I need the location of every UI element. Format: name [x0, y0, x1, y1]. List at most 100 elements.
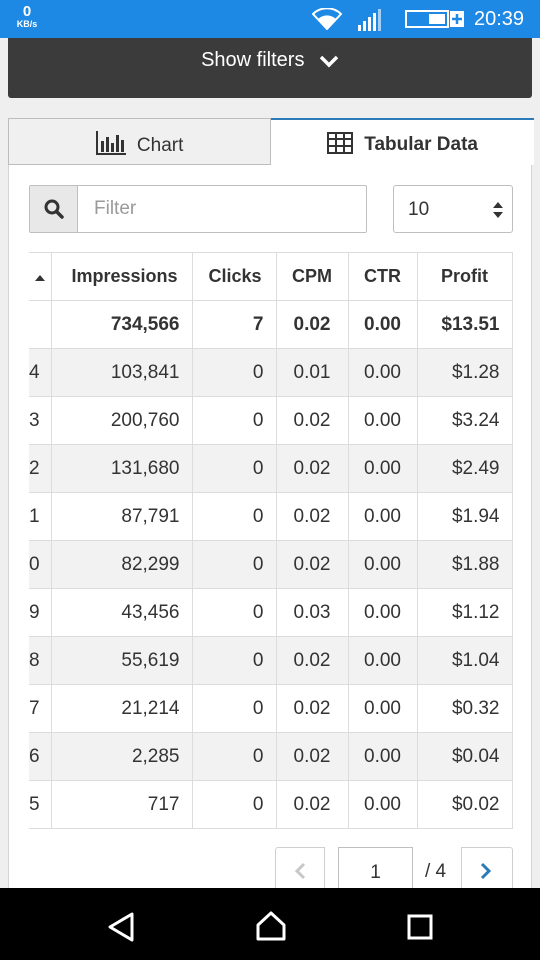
search-box	[29, 185, 367, 233]
updown-arrows-icon	[492, 201, 504, 224]
table-cell: 55,619	[50, 636, 193, 685]
table-cell: 0	[191, 732, 277, 781]
table-cell: 0	[29, 540, 52, 589]
header-impressions[interactable]: Impressions	[50, 252, 193, 301]
table-cell: $1.12	[416, 588, 513, 637]
table-cell: 0.00	[347, 780, 418, 829]
tab-tabular-data[interactable]: Tabular Data	[271, 118, 534, 165]
table-cell: 8	[29, 636, 52, 685]
table-cell: 1	[29, 492, 52, 541]
table-row: 4 103,841 0 0.01 0.00 $1.28	[29, 348, 513, 397]
table-cell: $1.04	[416, 636, 513, 685]
table-cell: 0	[191, 396, 277, 445]
table-cell: 131,680	[50, 444, 193, 493]
table-cell: 0.00	[347, 492, 418, 541]
table-cell: 0.02	[275, 636, 349, 685]
sort-up-icon	[34, 266, 45, 286]
table-cell: $1.88	[416, 540, 513, 589]
table-row: 9 43,456 0 0.03 0.00 $1.12	[29, 588, 513, 637]
table-cell: $3.24	[416, 396, 513, 445]
search-button[interactable]	[30, 186, 78, 232]
total-cell	[29, 300, 52, 349]
data-table: Impressions Clicks CPM CTR Profit 734,56…	[29, 252, 513, 829]
header-clicks[interactable]: Clicks	[191, 252, 277, 301]
table-cell: 0.00	[347, 540, 418, 589]
table-cell: 0.00	[347, 636, 418, 685]
sort-column-header[interactable]	[29, 252, 52, 301]
tab-tabular-data-label: Tabular Data	[364, 134, 478, 155]
tab-chart[interactable]: Chart	[8, 118, 271, 165]
table-cell: $0.32	[416, 684, 513, 733]
table-row: 5 717 0 0.02 0.00 $0.02	[29, 780, 513, 829]
table-cell: $1.94	[416, 492, 513, 541]
table-cell: 0.02	[275, 444, 349, 493]
table-cell: 717	[50, 780, 193, 829]
table-row: 8 55,619 0 0.02 0.00 $1.04	[29, 636, 513, 685]
table-cell: $0.04	[416, 732, 513, 781]
header-cpm[interactable]: CPM	[275, 252, 349, 301]
bar-chart-icon	[95, 131, 137, 156]
table-row: 2 131,680 0 0.02 0.00 $2.49	[29, 444, 513, 493]
table-cell: 2	[29, 444, 52, 493]
recents-button[interactable]	[375, 888, 465, 960]
table-cell: 4	[29, 348, 52, 397]
table-cell: 200,760	[50, 396, 193, 445]
header-profit[interactable]: Profit	[416, 252, 513, 301]
table-cell: 0.02	[275, 396, 349, 445]
table-cell: 0	[191, 492, 277, 541]
table-cell: 0.02	[275, 540, 349, 589]
page-total-label: / 4	[425, 861, 447, 882]
table-cell: 0.02	[275, 732, 349, 781]
table-cell: 82,299	[50, 540, 193, 589]
battery-icon	[405, 10, 465, 33]
wifi-icon	[311, 7, 343, 35]
table-cell: 0.02	[275, 780, 349, 829]
total-cell: $13.51	[416, 300, 513, 349]
page-size-select[interactable]: 10	[393, 185, 513, 233]
header-ctr[interactable]: CTR	[347, 252, 418, 301]
table-cell: 0.00	[347, 732, 418, 781]
search-input[interactable]	[78, 186, 366, 232]
show-filters-button[interactable]: Show filters	[8, 38, 532, 98]
table-cell: 43,456	[50, 588, 193, 637]
table-row: 7 21,214 0 0.02 0.00 $0.32	[29, 684, 513, 733]
back-button[interactable]	[75, 888, 165, 960]
network-speed-unit: KB/s	[16, 19, 38, 29]
network-speed-value: 0	[22, 3, 32, 20]
table-cell: 21,214	[50, 684, 193, 733]
table-cell: 0.00	[347, 396, 418, 445]
table-cell: 87,791	[50, 492, 193, 541]
table-cell: 0	[191, 348, 277, 397]
table-icon	[327, 132, 364, 155]
table-cell: 9	[29, 588, 52, 637]
table-row: 0 82,299 0 0.02 0.00 $1.88	[29, 540, 513, 589]
tab-chart-label: Chart	[136, 135, 184, 156]
table-cell: 6	[29, 732, 52, 781]
table-cell: 0	[191, 444, 277, 493]
navigation-bar	[0, 888, 540, 960]
table-cell: $0.02	[416, 780, 513, 829]
table-cell: 7	[29, 684, 52, 733]
table-cell: 0.00	[347, 348, 418, 397]
home-button[interactable]	[225, 888, 315, 960]
table-row: 6 2,285 0 0.02 0.00 $0.04	[29, 732, 513, 781]
report-panel: Chart Tabular Data 10	[8, 118, 534, 898]
table-cell: 0.00	[347, 588, 418, 637]
table-cell: 0	[191, 588, 277, 637]
table-cell: 0	[191, 636, 277, 685]
table-cell: 0.00	[347, 444, 418, 493]
status-bar: 0 KB/s 20:39	[0, 0, 540, 38]
table-cell: 0.00	[347, 684, 418, 733]
total-cell: 0.00	[347, 300, 418, 349]
table-cell: 5	[29, 780, 52, 829]
table-cell: 0	[191, 780, 277, 829]
total-cell: 734,566	[50, 300, 193, 349]
total-cell: 0.02	[275, 300, 349, 349]
show-filters-label: Show filters	[201, 49, 305, 71]
signal-icon	[358, 9, 382, 36]
table-cell: 2,285	[50, 732, 193, 781]
table-cell: 0	[191, 684, 277, 733]
table-cell: 0	[191, 540, 277, 589]
table-cell: 0.02	[275, 684, 349, 733]
table-row: 3 200,760 0 0.02 0.00 $3.24	[29, 396, 513, 445]
